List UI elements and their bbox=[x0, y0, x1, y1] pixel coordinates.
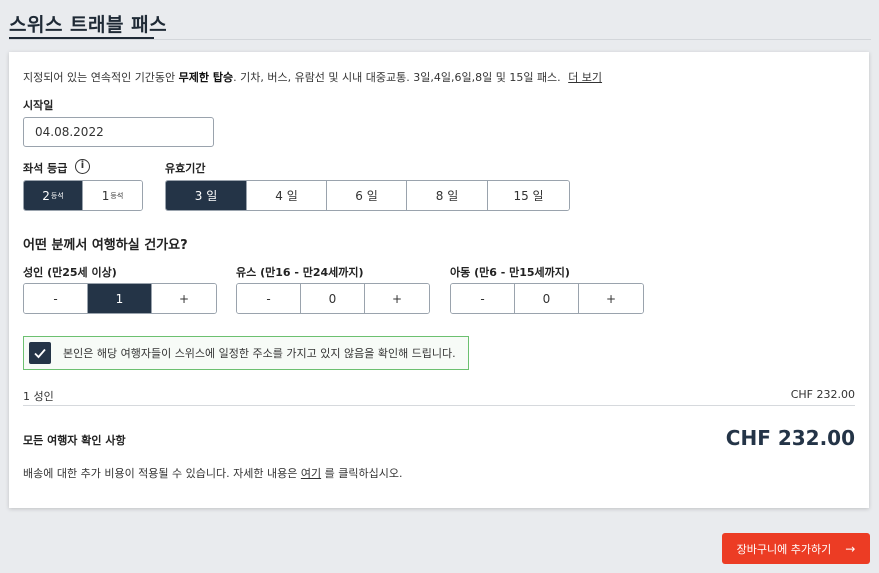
summary-line-price: CHF 232.00 bbox=[790, 388, 855, 401]
total-label: 모든 여행자 확인 사항 bbox=[23, 434, 126, 447]
confirm-text: 본인은 해당 여행자들이 스위스에 일정한 주소를 가지고 있지 않음을 확인해… bbox=[63, 347, 456, 360]
seat-class-selector: 2 등석 1 등석 bbox=[23, 180, 143, 211]
address-confirmation: 본인은 해당 여행자들이 스위스에 일정한 주소를 가지고 있지 않음을 확인해… bbox=[23, 336, 469, 370]
seat-class-2-number: 2 bbox=[42, 188, 50, 203]
validity-label: 유효기간 bbox=[165, 162, 206, 175]
page-header: 스위스 트래블 패스 bbox=[9, 0, 871, 40]
traveller-question: 어떤 분께서 여행하실 건가요? bbox=[23, 238, 188, 253]
shipping-link[interactable]: 여기 bbox=[301, 467, 321, 480]
validity-option-4[interactable]: 4 일 bbox=[247, 181, 327, 210]
more-link[interactable]: 더 보기 bbox=[568, 71, 602, 84]
shipping-note: 배송에 대한 추가 비용이 적용될 수 있습니다. 자세한 내용은 여기 를 클… bbox=[23, 465, 402, 481]
title-underline bbox=[9, 37, 154, 39]
youth-count[interactable]: 0 bbox=[301, 284, 365, 313]
pass-config-card: 지정되어 있는 연속적인 기간동안 무제한 탑승. 기차, 버스, 유람선 및 … bbox=[9, 52, 869, 508]
check-icon bbox=[34, 348, 46, 359]
add-to-cart-label: 장바구니에 추가하기 bbox=[736, 542, 832, 556]
youth-minus-button[interactable]: - bbox=[237, 284, 301, 313]
page-title: 스위스 트래블 패스 bbox=[9, 14, 168, 36]
adult-count[interactable]: 1 bbox=[88, 284, 152, 313]
validity-selector: 3 일 4 일 6 일 8 일 15 일 bbox=[165, 180, 570, 211]
child-stepper: - 0 + bbox=[450, 283, 644, 314]
seat-class-2-suffix: 등석 bbox=[50, 191, 64, 200]
child-minus-button[interactable]: - bbox=[451, 284, 515, 313]
youth-stepper: - 0 + bbox=[236, 283, 430, 314]
child-label: 아동 (만6 - 만15세까지) bbox=[450, 266, 570, 279]
start-date-label: 시작일 bbox=[23, 99, 54, 112]
total-price: CHF 232.00 bbox=[725, 426, 855, 450]
seat-class-1-number: 1 bbox=[101, 188, 110, 203]
seat-class-option-1[interactable]: 1 등석 bbox=[83, 181, 142, 210]
shipping-note-end: 를 클릭하십시오. bbox=[321, 467, 403, 480]
intro-text-start: 지정되어 있는 연속적인 기간동안 bbox=[23, 71, 179, 84]
start-date-input[interactable]: 04.08.2022 bbox=[23, 117, 214, 147]
intro-text-end: . 기차, 버스, 유람선 및 시내 대중교통. 3일,4일,6일,8일 및 1… bbox=[233, 71, 561, 84]
youth-plus-button[interactable]: + bbox=[365, 284, 429, 313]
seat-class-label: 좌석 등급 bbox=[23, 162, 68, 175]
intro-text: 지정되어 있는 연속적인 기간동안 무제한 탑승. 기차, 버스, 유람선 및 … bbox=[23, 69, 602, 85]
child-count[interactable]: 0 bbox=[515, 284, 579, 313]
child-plus-button[interactable]: + bbox=[579, 284, 643, 313]
intro-text-bold: 무제한 탑승 bbox=[178, 71, 234, 84]
summary-line-label: 1 성인 bbox=[23, 390, 54, 403]
validity-option-3[interactable]: 3 일 bbox=[166, 181, 247, 210]
youth-label: 유스 (만16 - 만24세까지) bbox=[236, 266, 364, 279]
summary-divider bbox=[23, 405, 855, 406]
confirm-checkbox[interactable] bbox=[29, 342, 51, 364]
adult-minus-button[interactable]: - bbox=[24, 284, 88, 313]
info-icon[interactable]: i bbox=[75, 159, 90, 174]
adult-plus-button[interactable]: + bbox=[152, 284, 216, 313]
add-to-cart-button[interactable]: 장바구니에 추가하기 → bbox=[722, 533, 870, 564]
validity-option-8[interactable]: 8 일 bbox=[407, 181, 488, 210]
seat-class-option-2[interactable]: 2 등석 bbox=[24, 181, 83, 210]
summary-row: 1 성인 CHF 232.00 bbox=[23, 388, 855, 404]
seat-class-1-suffix: 등석 bbox=[110, 191, 124, 200]
validity-option-15[interactable]: 15 일 bbox=[488, 181, 569, 210]
shipping-note-start: 배송에 대한 추가 비용이 적용될 수 있습니다. 자세한 내용은 bbox=[23, 467, 301, 480]
arrow-right-icon: → bbox=[845, 541, 856, 556]
adult-stepper: - 1 + bbox=[23, 283, 217, 314]
validity-option-6[interactable]: 6 일 bbox=[327, 181, 407, 210]
adult-label: 성인 (만25세 이상) bbox=[23, 266, 117, 279]
